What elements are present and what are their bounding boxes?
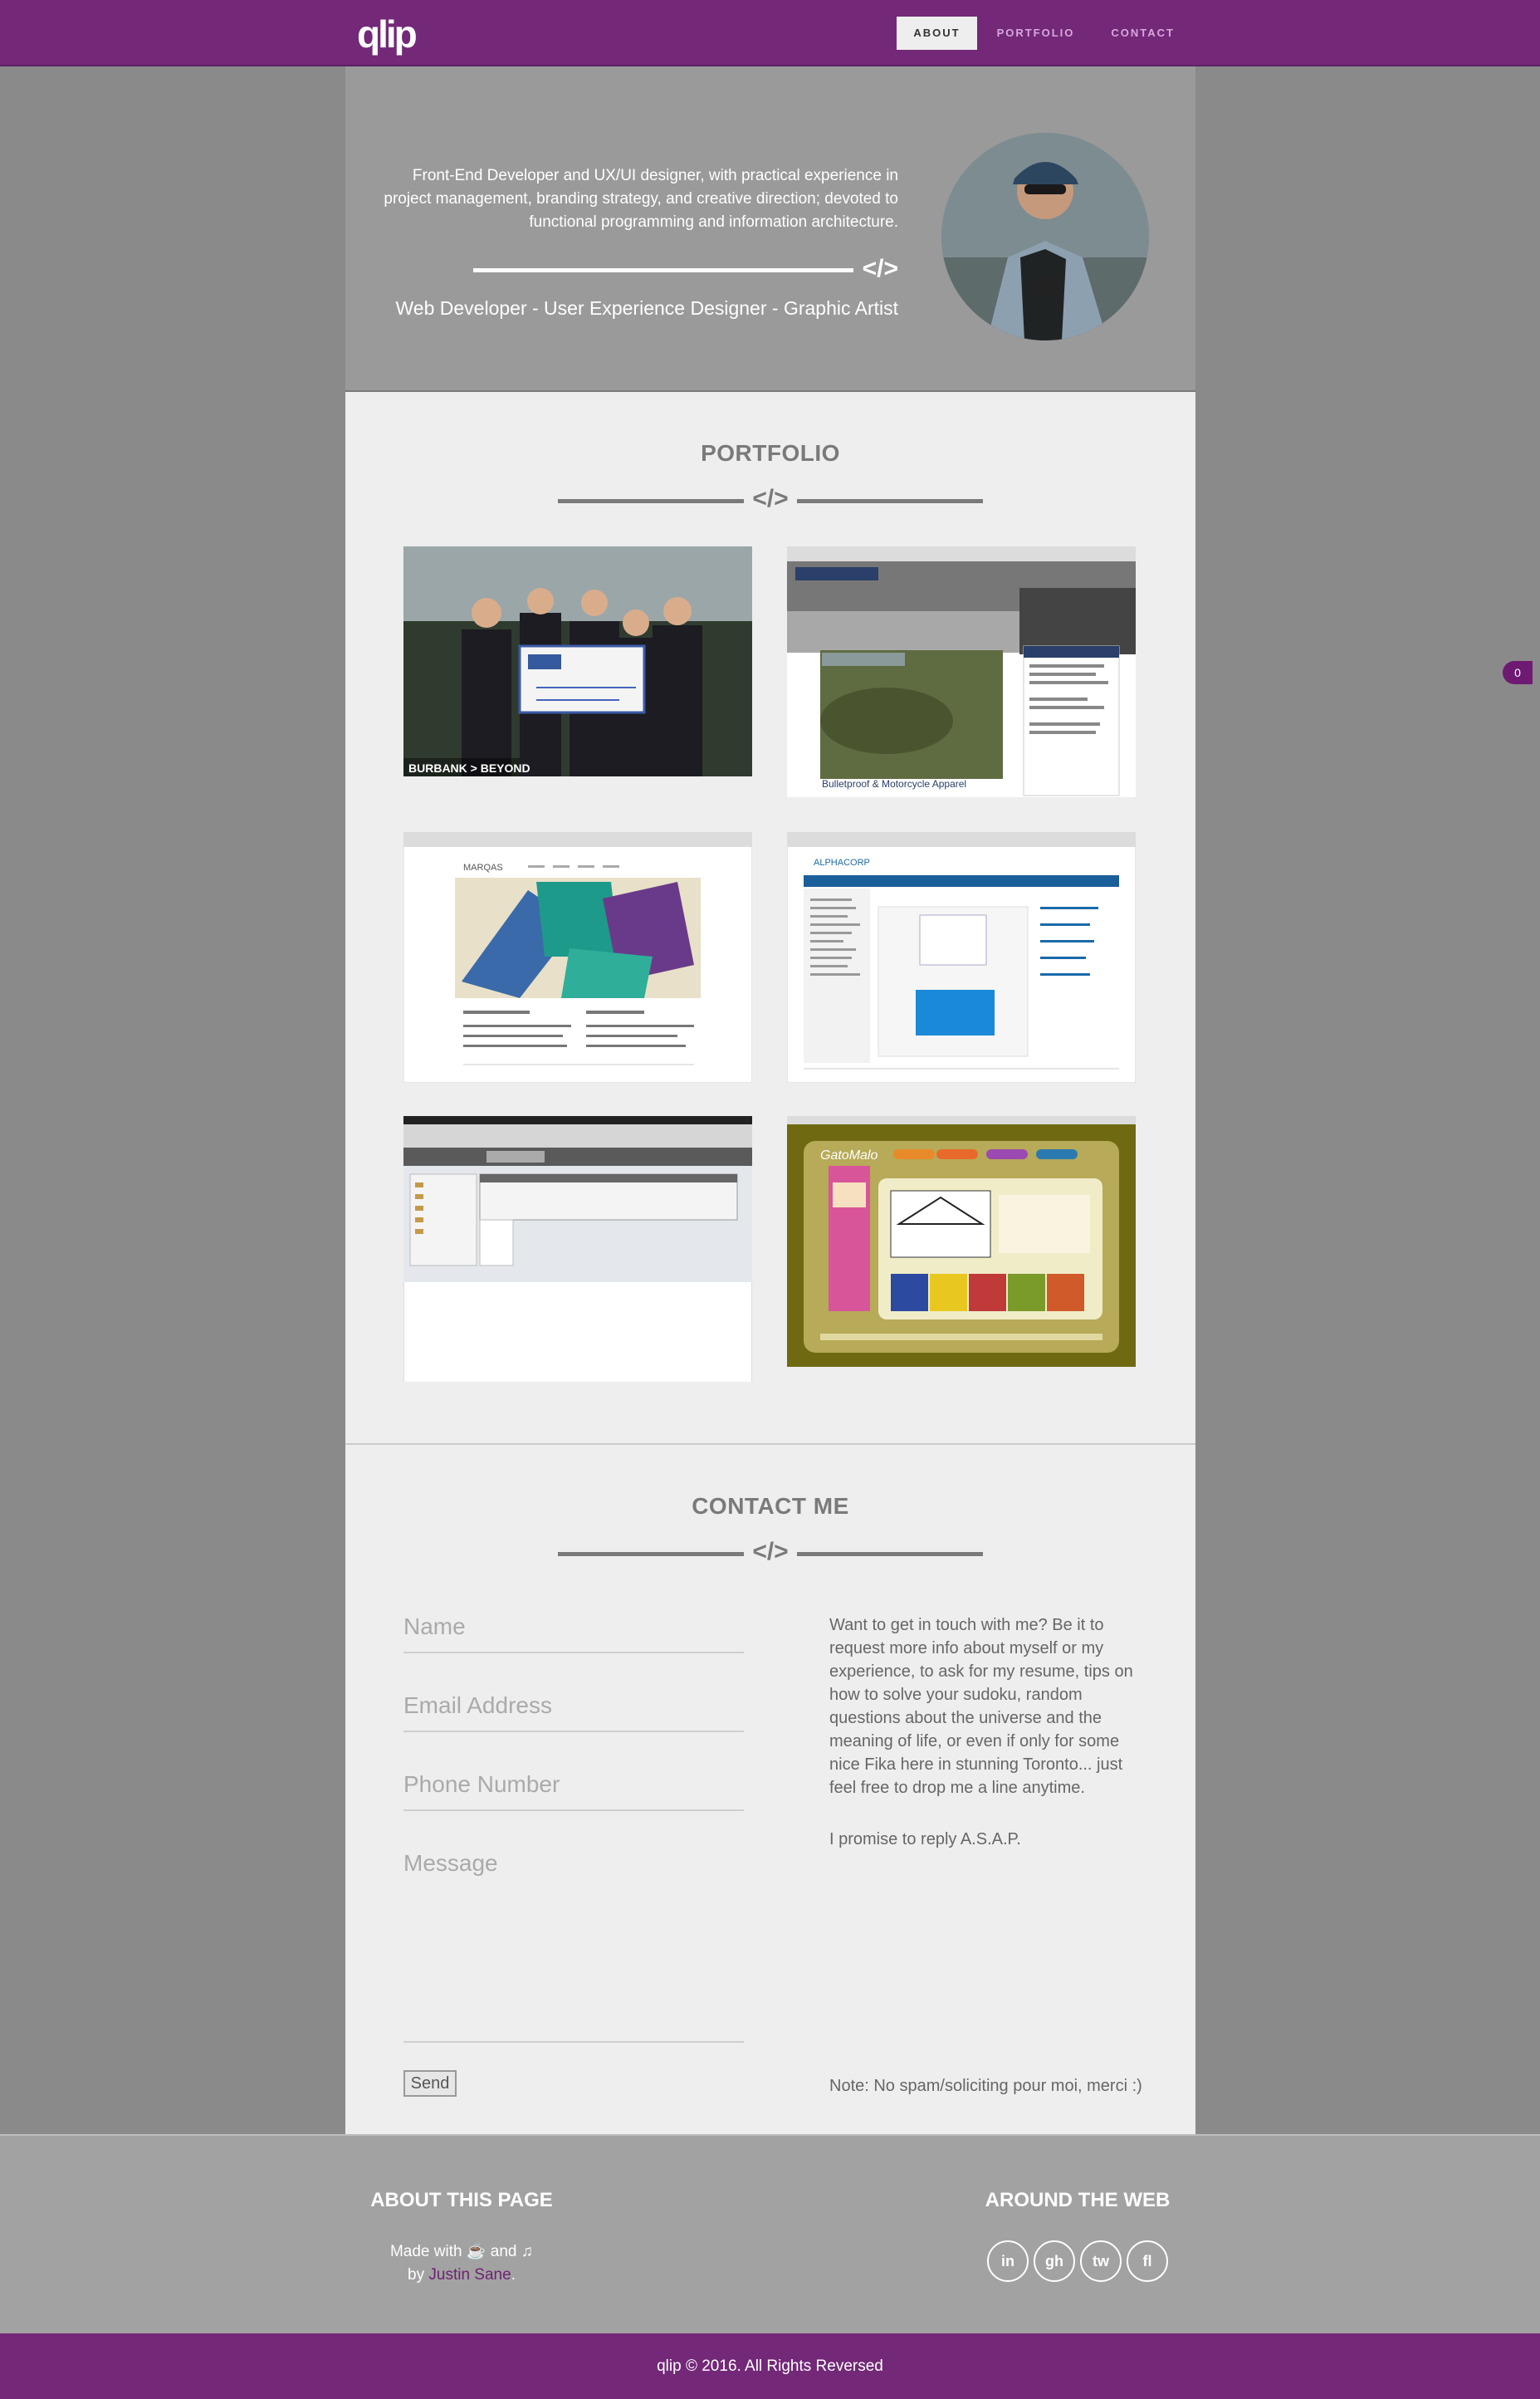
thumb-caption: ALPHACORP: [814, 858, 870, 868]
flickr-icon[interactable]: fl: [1127, 2240, 1168, 2282]
contact-text-1: Want to get in touch with me? Be it to r…: [829, 1616, 1133, 1797]
portfolio-item-burbank[interactable]: BURBANK > BEYOND: [403, 546, 752, 776]
divider-line-right: [797, 499, 983, 503]
thumb-caption: Bulletproof & Motorcycle Apparel: [822, 778, 966, 790]
coffee-icon: ☕: [466, 2243, 486, 2260]
thumb-caption: GatoMalo: [820, 1148, 878, 1163]
linkedin-icon[interactable]: in: [987, 2240, 1029, 2282]
twitter-icon[interactable]: tw: [1080, 2240, 1122, 2282]
footer-about: ABOUT THIS PAGE Made with ☕ and ♫ by Jus…: [345, 2189, 578, 2287]
portfolio-item-webapp[interactable]: [403, 1116, 752, 1395]
portfolio-section: PORTFOLIO </> BURBANK > BEYOND Bulletpro…: [345, 392, 1195, 1445]
footer-about-title: ABOUT THIS PAGE: [370, 2189, 553, 2211]
and-label: and: [490, 2243, 517, 2260]
top-navbar: qlip ABOUT PORTFOLIO CONTACT: [0, 0, 1540, 66]
avatar: [941, 133, 1149, 340]
contact-title: CONTACT ME: [692, 1493, 849, 1519]
social-links: in gh tw fl: [961, 2240, 1194, 2282]
main-nav: ABOUT PORTFOLIO CONTACT: [893, 17, 1191, 50]
nav-contact[interactable]: CONTACT: [1094, 17, 1191, 50]
intro-divider: </>: [473, 255, 898, 285]
footer-web: AROUND THE WEB in gh tw fl: [961, 2189, 1194, 2282]
phone-field[interactable]: Phone Number: [403, 1771, 744, 1811]
copyright-text: qlip © 2016. All Rights Reversed: [657, 2357, 883, 2375]
portfolio-title: PORTFOLIO: [701, 440, 840, 466]
portfolio-item-gatomalo[interactable]: GatoMalo: [787, 1116, 1136, 1367]
nav-about[interactable]: ABOUT: [897, 17, 977, 50]
by-label: by: [408, 2266, 425, 2284]
portfolio-item-marqas[interactable]: MARQAS: [403, 832, 752, 1083]
contact-section: CONTACT ME </> Name Email Address Phone …: [345, 1445, 1195, 2134]
name-placeholder: Name: [403, 1613, 466, 1639]
divider-line-right: [797, 1552, 983, 1556]
contact-note: Note: No spam/soliciting pour moi, merci…: [829, 2077, 1142, 2095]
nav-portfolio[interactable]: PORTFOLIO: [980, 17, 1092, 50]
author-link[interactable]: Justin Sane: [428, 2266, 511, 2284]
notification-badge[interactable]: 0: [1503, 661, 1533, 684]
made-with-label: Made with: [389, 2243, 462, 2260]
email-placeholder: Email Address: [403, 1692, 552, 1718]
name-field[interactable]: Name: [403, 1613, 744, 1653]
message-placeholder: Message: [403, 1850, 498, 1876]
period: .: [511, 2266, 516, 2284]
portfolio-divider: </>: [558, 485, 983, 517]
send-button[interactable]: Send: [403, 2070, 457, 2097]
email-field[interactable]: Email Address: [403, 1692, 744, 1732]
contact-divider: </>: [558, 1538, 983, 1569]
code-icon: </>: [862, 255, 898, 282]
author-line: by Justin Sane.: [345, 2264, 578, 2287]
thumb-caption: MARQAS: [463, 863, 503, 873]
made-with-line: Made with ☕ and ♫: [345, 2240, 578, 2264]
message-field[interactable]: Message: [403, 1850, 744, 2043]
github-icon[interactable]: gh: [1034, 2240, 1075, 2282]
copyright-bar: qlip © 2016. All Rights Reversed: [0, 2333, 1540, 2399]
thumb-caption: BURBANK > BEYOND: [408, 761, 530, 775]
intro-text: Front-End Developer and UX/UI designer, …: [384, 167, 898, 231]
footer-web-title: AROUND THE WEB: [985, 2189, 1171, 2211]
phone-placeholder: Phone Number: [403, 1771, 560, 1797]
about-section: Front-End Developer and UX/UI designer, …: [345, 66, 1195, 392]
portfolio-item-bulletproof[interactable]: Bulletproof & Motorcycle Apparel: [787, 546, 1136, 797]
contact-description: Want to get in touch with me? Be it to r…: [829, 1613, 1153, 1879]
music-icon: ♫: [521, 2243, 534, 2260]
tagline: Web Developer - User Experience Designer…: [395, 297, 898, 319]
portfolio-item-alphacorp[interactable]: ALPHACORP: [787, 832, 1136, 1083]
divider-line: [473, 268, 853, 272]
site-logo[interactable]: qlip: [357, 12, 418, 56]
contact-text-2: I promise to reply A.S.A.P.: [829, 1830, 1021, 1848]
footer: ABOUT THIS PAGE Made with ☕ and ♫ by Jus…: [0, 2134, 1540, 2333]
